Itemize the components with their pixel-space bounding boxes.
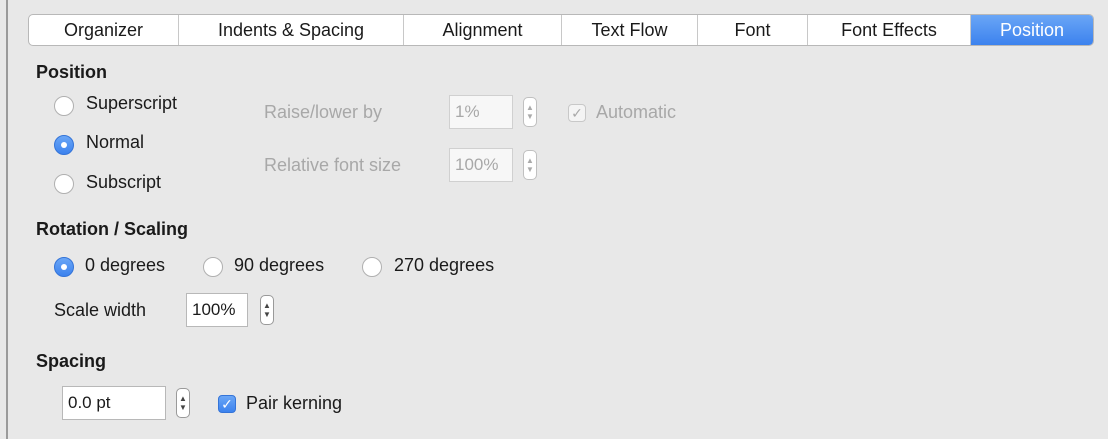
relative-font-size-spin-icon[interactable]: ▲ ▼ (523, 150, 537, 180)
raise-lower-field[interactable]: 1% (449, 95, 513, 129)
pair-kerning-checkbox[interactable]: ✓ (218, 395, 236, 413)
raise-lower-label: Raise/lower by (264, 102, 383, 122)
rotation-90-label: 90 degrees (234, 255, 325, 275)
rotation-0-radio[interactable] (54, 257, 74, 277)
tab-position[interactable]: Position (971, 15, 1093, 45)
superscript-label: Superscript (86, 93, 178, 113)
spacing-field[interactable]: 0.0 pt (62, 386, 166, 420)
rotation-270-radio[interactable] (362, 257, 382, 277)
automatic-label: Automatic (596, 102, 677, 122)
tab-alignment[interactable]: Alignment (404, 15, 562, 45)
normal-label: Normal (86, 132, 145, 152)
tab-text-flow[interactable]: Text Flow (562, 15, 698, 45)
pair-kerning-label: Pair kerning (246, 393, 343, 413)
spacing-heading: Spacing (36, 351, 107, 371)
rotation-90-radio[interactable] (203, 257, 223, 277)
raise-lower-spin-icon[interactable]: ▲ ▼ (523, 97, 537, 127)
scale-width-field[interactable]: 100% (186, 293, 248, 327)
relative-font-size-field[interactable]: 100% (449, 148, 513, 182)
scale-width-spin-icon[interactable]: ▲ ▼ (260, 295, 274, 325)
superscript-radio[interactable] (54, 96, 74, 116)
checkmark-icon: ✓ (571, 105, 583, 121)
scale-width-label: Scale width (54, 300, 147, 320)
checkmark-icon: ✓ (221, 396, 233, 412)
subscript-radio[interactable] (54, 174, 74, 194)
tab-organizer[interactable]: Organizer (29, 15, 179, 45)
normal-radio[interactable] (54, 135, 74, 155)
position-heading: Position (36, 62, 107, 82)
automatic-checkbox[interactable]: ✓ (568, 104, 586, 122)
tab-font[interactable]: Font (698, 15, 808, 45)
spacing-spin-icon[interactable]: ▲ ▼ (176, 388, 190, 418)
relative-font-size-label: Relative font size (264, 155, 402, 175)
tab-font-effects[interactable]: Font Effects (808, 15, 971, 45)
rotation-scaling-heading: Rotation / Scaling (36, 219, 189, 239)
subscript-label: Subscript (86, 172, 162, 192)
tab-bar: Organizer Indents & Spacing Alignment Te… (28, 14, 1094, 46)
window-edge-line (6, 0, 8, 439)
rotation-0-label: 0 degrees (85, 255, 166, 275)
rotation-270-label: 270 degrees (394, 255, 495, 275)
tab-indents-spacing[interactable]: Indents & Spacing (179, 15, 404, 45)
